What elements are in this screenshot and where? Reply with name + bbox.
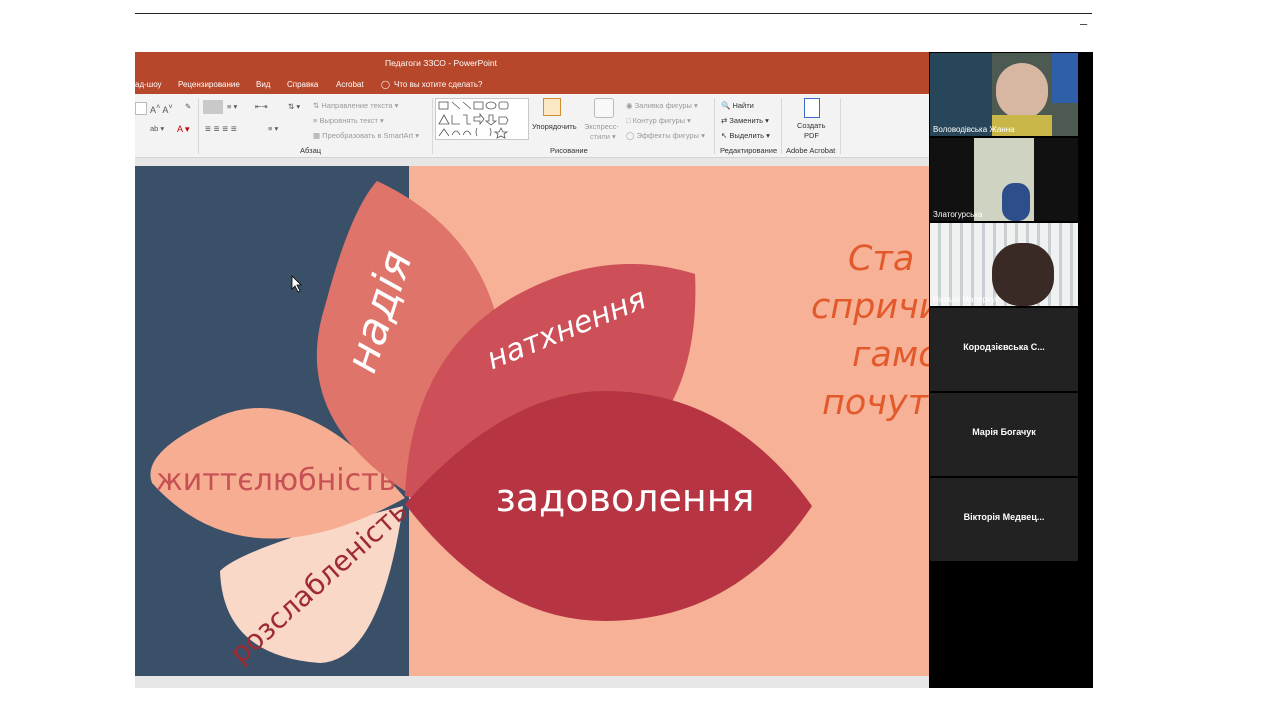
petal-label-love-of-life: життєлюбність bbox=[156, 463, 396, 498]
create-pdf-label: PDF bbox=[804, 131, 819, 140]
video-person bbox=[996, 63, 1048, 119]
participant-tile[interactable]: Златогурська bbox=[930, 138, 1078, 221]
tab-review[interactable]: Рецензирование bbox=[178, 80, 240, 89]
text-direction-button[interactable]: ⇅ Направление текста ▾ bbox=[313, 101, 398, 110]
smartart-button[interactable]: ▦ Преобразовать в SmartArt ▾ bbox=[313, 131, 419, 140]
line-spacing-icon[interactable]: ⇅ ▾ bbox=[288, 102, 300, 111]
participant-name: Марія Богачук bbox=[972, 427, 1036, 437]
participant-name: Вікторія Медвец... bbox=[963, 512, 1045, 522]
divider bbox=[714, 98, 715, 154]
participants-gallery: Воловодівська Жанна Златогурська Наталя … bbox=[929, 52, 1093, 688]
arrange-icon bbox=[543, 98, 561, 116]
columns-icon[interactable]: ≡ ▾ bbox=[268, 124, 278, 133]
editing-group-label: Редактирование bbox=[720, 146, 778, 155]
char-spacing-icon[interactable]: ab ▾ bbox=[150, 124, 164, 133]
slide-side-line-4: почут bbox=[822, 383, 930, 423]
grow-font-icon[interactable]: A˄ A˅ bbox=[150, 102, 173, 115]
tell-me-input[interactable]: Что вы хотите сделать? bbox=[394, 80, 482, 89]
participant-name: Наталя Малярчук bbox=[933, 295, 999, 304]
shape-fill-button[interactable]: ◉ Заливка фигуры ▾ bbox=[626, 101, 698, 110]
video-person bbox=[1002, 183, 1030, 221]
video-background bbox=[1052, 53, 1078, 103]
slide-side-line-2: спричи bbox=[811, 287, 942, 327]
bullets-icon[interactable] bbox=[203, 100, 223, 114]
paragraph-group-label: Абзац bbox=[300, 146, 322, 155]
drawing-group-label: Рисование bbox=[550, 146, 588, 155]
pdf-icon bbox=[804, 98, 820, 118]
numbering-icon[interactable]: ≡ ▾ bbox=[227, 102, 237, 111]
tab-acrobat[interactable]: Acrobat bbox=[336, 80, 364, 89]
quick-styles-icon bbox=[594, 98, 614, 118]
participant-tile[interactable]: Марія Богачук bbox=[930, 393, 1078, 476]
divider bbox=[781, 98, 782, 154]
slide-side-line-1: Ста bbox=[848, 239, 914, 279]
shape-outline-button[interactable]: □ Контур фигуры ▾ bbox=[626, 116, 691, 125]
slide-graphic: надія натхнення задоволення життєлюбніст… bbox=[135, 166, 942, 676]
slide-side-line-3: гамо bbox=[852, 335, 940, 375]
video-person bbox=[992, 243, 1054, 306]
lightbulb-icon: ◯ bbox=[381, 80, 390, 89]
clear-format-icon[interactable]: ✎ bbox=[185, 102, 191, 111]
participant-name: Златогурська bbox=[933, 210, 983, 219]
shapes-gallery[interactable] bbox=[435, 98, 529, 140]
slide-canvas[interactable]: надія натхнення задоволення життєлюбніст… bbox=[135, 166, 1040, 676]
indent-icon[interactable]: ⇤⇥ bbox=[255, 102, 268, 111]
create-pdf-button[interactable]: Создать bbox=[797, 121, 826, 130]
participant-tile[interactable]: Наталя Малярчук bbox=[930, 223, 1078, 306]
video-background bbox=[930, 53, 992, 136]
arrange-button[interactable]: Упорядочить bbox=[532, 122, 577, 131]
divider bbox=[432, 98, 433, 154]
tab-help[interactable]: Справка bbox=[287, 80, 318, 89]
replace-button[interactable]: ⇄ Заменить ▾ bbox=[721, 116, 769, 125]
acrobat-group-label: Adobe Acrobat bbox=[786, 146, 836, 155]
tab-slideshow[interactable]: ад-шоу bbox=[135, 80, 162, 89]
tab-view[interactable]: Вид bbox=[256, 80, 270, 89]
select-button[interactable]: ↖ Выделить ▾ bbox=[721, 131, 770, 140]
participant-tile[interactable]: Воловодівська Жанна bbox=[930, 53, 1078, 136]
font-size-box[interactable] bbox=[135, 102, 147, 115]
petal-label-satisfaction: задоволення bbox=[496, 476, 755, 520]
minimize-icon[interactable]: – bbox=[1080, 16, 1087, 31]
top-rule bbox=[135, 13, 1092, 14]
font-color-icon[interactable]: A ▾ bbox=[177, 124, 190, 135]
quick-styles-label: стили ▾ bbox=[590, 132, 616, 141]
divider bbox=[840, 98, 841, 154]
find-button[interactable]: 🔍 Найти bbox=[721, 101, 754, 110]
window-title: Педагоги ЗЗСО - PowerPoint bbox=[385, 58, 497, 68]
participant-name: Воловодівська Жанна bbox=[933, 125, 1015, 134]
divider bbox=[198, 98, 199, 154]
shapes-icon bbox=[438, 101, 509, 139]
participant-tile[interactable]: Корoдзієвська С... bbox=[930, 308, 1078, 391]
align-text-button[interactable]: ≡ Выровнять текст ▾ bbox=[313, 116, 384, 125]
participant-name: Корoдзієвська С... bbox=[963, 342, 1045, 352]
participant-tile[interactable]: Вікторія Медвец... bbox=[930, 478, 1078, 561]
quick-styles-button[interactable]: Экспресс- bbox=[584, 122, 619, 131]
align-icons[interactable]: ≡ ≡ ≡ ≡ bbox=[205, 124, 237, 135]
shape-effects-button[interactable]: ◯ Эффекты фигуры ▾ bbox=[626, 131, 705, 140]
